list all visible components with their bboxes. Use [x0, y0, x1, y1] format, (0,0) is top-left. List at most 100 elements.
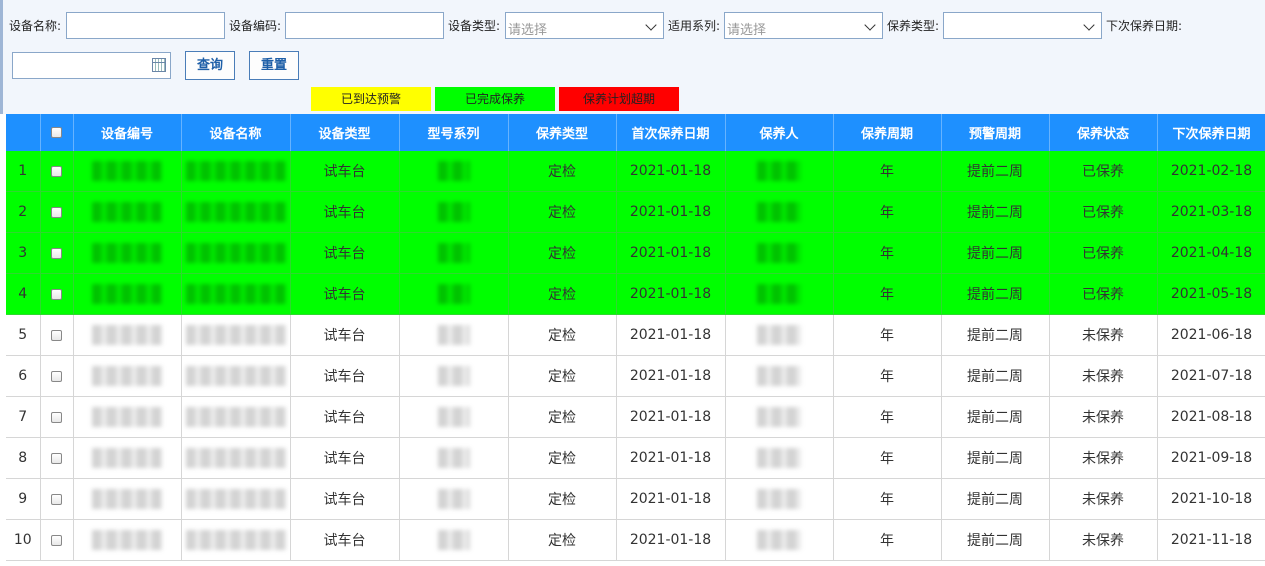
cell-status: 未保养 [1049, 314, 1158, 356]
maint-type-select[interactable] [943, 12, 1102, 39]
header-index [6, 114, 41, 151]
header-select-all[interactable] [40, 114, 74, 151]
cell-status: 未保养 [1049, 355, 1158, 397]
redacted-device-name [185, 366, 286, 386]
cell-warn-cycle: 提前二周 [941, 437, 1050, 479]
cell-device-code [73, 151, 182, 192]
header-warn-cycle[interactable]: 预警周期 [941, 114, 1050, 151]
header-cycle[interactable]: 保养周期 [833, 114, 942, 151]
table-row[interactable]: 7 试车台 定检 2021-01-18 年提前二周 未保养 2021-08-18 [6, 396, 1265, 438]
row-checkbox[interactable] [51, 247, 62, 259]
redacted-maintainer [757, 161, 801, 181]
table-row[interactable]: 1 试车台 定检 2021-01-18 年提前二周 已保养 2021-02-18 [6, 151, 1265, 192]
row-checkbox-cell[interactable] [40, 519, 74, 561]
header-model-series[interactable]: 型号系列 [399, 114, 509, 151]
row-checkbox[interactable] [51, 493, 62, 505]
cell-device-name [181, 519, 291, 561]
cell-device-type: 试车台 [290, 314, 400, 356]
cell-device-code [73, 314, 182, 356]
table-row[interactable]: 2 试车台 定检 2021-01-18 年提前二周 已保养 2021-03-18 [6, 191, 1265, 233]
redacted-maintainer [757, 284, 801, 304]
cell-device-type: 试车台 [290, 437, 400, 479]
cell-status: 未保养 [1049, 478, 1158, 520]
header-maint-type[interactable]: 保养类型 [508, 114, 617, 151]
redacted-maintainer [757, 407, 801, 427]
row-checkbox[interactable] [51, 288, 62, 300]
redacted-model-series [437, 202, 470, 222]
row-checkbox[interactable] [51, 411, 62, 423]
redacted-device-name [185, 284, 286, 304]
cell-next-date: 2021-07-18 [1157, 355, 1265, 397]
row-checkbox[interactable] [51, 370, 62, 382]
row-checkbox-cell[interactable] [40, 478, 74, 520]
cell-maintainer [725, 355, 834, 397]
table-row[interactable]: 3 试车台 定检 2021-01-18 年提前二周 已保养 2021-04-18 [6, 232, 1265, 274]
cell-status: 已保养 [1049, 232, 1158, 274]
row-checkbox[interactable] [51, 452, 62, 464]
row-index: 4 [6, 273, 41, 315]
row-index: 1 [6, 151, 41, 192]
row-checkbox-cell[interactable] [40, 355, 74, 397]
cell-status: 已保养 [1049, 151, 1158, 192]
cell-status: 已保养 [1049, 191, 1158, 233]
redacted-device-code [92, 489, 162, 509]
header-next-date[interactable]: 下次保养日期 [1157, 114, 1265, 151]
table-row[interactable]: 8 试车台 定检 2021-01-18 年提前二周 未保养 2021-09-18 [6, 437, 1265, 479]
row-index: 10 [6, 519, 41, 561]
header-maintainer[interactable]: 保养人 [725, 114, 834, 151]
cell-device-code [73, 519, 182, 561]
header-device-name[interactable]: 设备名称 [181, 114, 291, 151]
row-checkbox-cell[interactable] [40, 396, 74, 438]
calendar-icon[interactable] [152, 58, 166, 72]
cell-maint-type: 定检 [508, 519, 617, 561]
device-code-input[interactable] [285, 12, 444, 39]
cell-device-code [73, 232, 182, 274]
table-row[interactable]: 10 试车台 定检 2021-01-18 年提前二周 未保养 2021-11-18 [6, 519, 1265, 561]
table-row[interactable]: 9 试车台 定检 2021-01-18 年提前二周 未保养 2021-10-18 [6, 478, 1265, 520]
next-date-input[interactable] [12, 52, 171, 79]
reset-button[interactable]: 重置 [249, 51, 299, 80]
table-header-row: 设备编号 设备名称 设备类型 型号系列 保养类型 首次保养日期 保养人 保养周期… [6, 114, 1265, 151]
cell-first-date: 2021-01-18 [616, 519, 726, 561]
row-checkbox[interactable] [51, 165, 62, 177]
row-checkbox-cell[interactable] [40, 273, 74, 315]
row-checkbox[interactable] [51, 329, 62, 341]
header-first-date[interactable]: 首次保养日期 [616, 114, 726, 151]
cell-device-code [73, 396, 182, 438]
cell-model-series [399, 478, 509, 520]
row-index: 3 [6, 232, 41, 274]
row-checkbox[interactable] [51, 534, 62, 546]
redacted-maintainer [757, 530, 801, 550]
redacted-model-series [437, 489, 470, 509]
redacted-device-code [92, 161, 162, 181]
chevron-down-icon [1083, 19, 1095, 31]
redacted-device-code [92, 284, 162, 304]
row-checkbox-cell[interactable] [40, 151, 74, 192]
table-row[interactable]: 4 试车台 定检 2021-01-18 年提前二周 已保养 2021-05-18 [6, 273, 1265, 315]
query-button[interactable]: 查询 [185, 51, 235, 80]
device-type-select[interactable]: 请选择 [505, 12, 664, 39]
cell-maintainer [725, 396, 834, 438]
redacted-device-name [185, 489, 286, 509]
device-type-placeholder: 请选择 [508, 23, 548, 38]
cell-maintainer [725, 314, 834, 356]
row-checkbox-cell[interactable] [40, 314, 74, 356]
redacted-model-series [437, 325, 470, 345]
redacted-model-series [437, 448, 470, 468]
device-name-input[interactable] [66, 12, 225, 39]
table-row[interactable]: 6 试车台 定检 2021-01-18 年提前二周 未保养 2021-07-18 [6, 355, 1265, 397]
device-type-label: 设备类型: [448, 19, 501, 33]
series-select[interactable]: 请选择 [724, 12, 883, 39]
table-row[interactable]: 5 试车台 定检 2021-01-18 年提前二周 未保养 2021-06-18 [6, 314, 1265, 356]
cell-status: 未保养 [1049, 396, 1158, 438]
row-checkbox-cell[interactable] [40, 232, 74, 274]
header-device-type[interactable]: 设备类型 [290, 114, 400, 151]
select-all-checkbox[interactable] [51, 127, 62, 138]
redacted-maintainer [757, 202, 801, 222]
row-checkbox-cell[interactable] [40, 191, 74, 233]
cell-maintainer [725, 232, 834, 274]
header-device-code[interactable]: 设备编号 [73, 114, 182, 151]
row-checkbox-cell[interactable] [40, 437, 74, 479]
header-status[interactable]: 保养状态 [1049, 114, 1158, 151]
row-checkbox[interactable] [51, 206, 62, 218]
